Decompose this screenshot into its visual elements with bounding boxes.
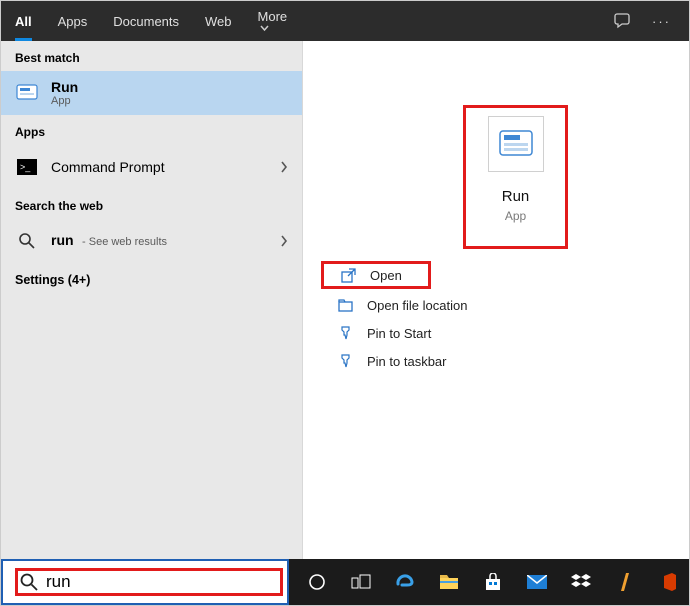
search-icon: [15, 229, 39, 253]
header-right-icons: ···: [614, 12, 689, 30]
action-list: Open Open file location Pin to Start: [303, 261, 689, 375]
hero-app-tile: [488, 116, 544, 172]
chevron-down-icon: [260, 24, 269, 33]
tab-documents[interactable]: Documents: [113, 14, 179, 29]
taskbar-winamp[interactable]: [605, 562, 645, 602]
taskbar: [289, 559, 689, 605]
cmd-icon: >_: [15, 155, 39, 179]
search-icon: [20, 573, 38, 591]
pin-icon: [335, 354, 355, 369]
feedback-icon[interactable]: [614, 12, 632, 30]
result-settings[interactable]: Settings (4+): [1, 263, 302, 297]
open-icon: [338, 268, 358, 283]
taskbar-mail[interactable]: [517, 562, 557, 602]
chevron-right-icon: [280, 161, 288, 173]
taskbar-cortana[interactable]: [297, 562, 337, 602]
apps-label: Apps: [1, 115, 302, 145]
more-options-icon[interactable]: ···: [652, 14, 671, 29]
hero-title: Run: [502, 188, 530, 205]
search-web-label: Search the web: [1, 189, 302, 219]
result-run-text: Run App: [51, 79, 78, 107]
best-match-label: Best match: [1, 41, 302, 71]
result-web-run[interactable]: run - See web results: [1, 219, 302, 263]
taskbar-explorer[interactable]: [429, 562, 469, 602]
tab-apps[interactable]: Apps: [58, 14, 88, 29]
action-open-label: Open: [370, 268, 402, 283]
action-open-location-label: Open file location: [367, 298, 467, 313]
result-run-title: Run: [51, 79, 78, 95]
results-body: Best match Run App Apps >_ Command Promp…: [1, 41, 689, 559]
svg-text:>_: >_: [20, 162, 31, 172]
preview-right-pane: Run App Open Open file location: [303, 41, 689, 559]
taskbar-store[interactable]: [473, 562, 513, 602]
results-left-pane: Best match Run App Apps >_ Command Promp…: [1, 41, 303, 559]
pin-icon: [335, 326, 355, 341]
result-cmd-title: Command Prompt: [51, 159, 165, 175]
taskbar-office[interactable]: [649, 562, 689, 602]
action-pin-taskbar-label: Pin to taskbar: [367, 354, 447, 369]
annotation-search-box: [15, 568, 283, 596]
chevron-right-icon: [280, 235, 288, 247]
tab-more[interactable]: More: [258, 9, 288, 33]
action-pin-start-label: Pin to Start: [367, 326, 431, 341]
result-cmd[interactable]: >_ Command Prompt: [1, 145, 302, 189]
result-web-text: run - See web results: [51, 232, 167, 250]
result-run-sub: App: [51, 95, 78, 107]
action-pin-taskbar[interactable]: Pin to taskbar: [321, 347, 689, 375]
folder-icon: [335, 298, 355, 313]
run-icon: [15, 81, 39, 105]
bottom-bar: [1, 559, 689, 605]
taskbar-edge[interactable]: [385, 562, 425, 602]
result-cmd-text: Command Prompt: [51, 159, 165, 175]
action-pin-start[interactable]: Pin to Start: [321, 319, 689, 347]
tab-web[interactable]: Web: [205, 14, 232, 29]
taskbar-dropbox[interactable]: [561, 562, 601, 602]
start-search-window: All Apps Documents Web More ··· Best mat…: [0, 0, 690, 606]
result-web-sub: - See web results: [82, 236, 167, 248]
search-input[interactable]: [46, 572, 278, 592]
annotation-hero-box: Run App: [463, 105, 568, 249]
action-open-location[interactable]: Open file location: [321, 291, 689, 319]
result-run[interactable]: Run App: [1, 71, 302, 115]
result-web-title: run: [51, 232, 74, 248]
tab-more-label: More: [258, 9, 288, 24]
action-open[interactable]: Open: [321, 261, 431, 289]
hero-sub: App: [505, 209, 526, 223]
search-box-container: [1, 559, 289, 605]
taskbar-taskview[interactable]: [341, 562, 381, 602]
tab-all[interactable]: All: [15, 14, 32, 29]
filter-header: All Apps Documents Web More ···: [1, 1, 689, 41]
